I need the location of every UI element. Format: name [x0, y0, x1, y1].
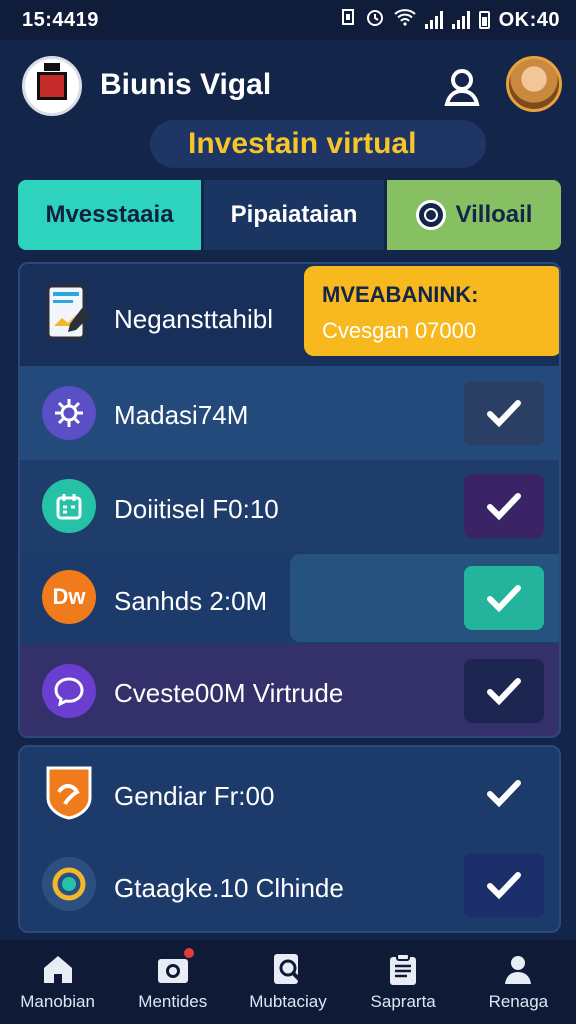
tab-villoail[interactable]: Villoail	[387, 180, 561, 250]
tab-mvesstaaia[interactable]: Mvesstaaia	[18, 180, 201, 250]
status-icons: OK:40	[340, 7, 560, 33]
notification-dot	[183, 948, 194, 958]
wifi-icon	[393, 8, 416, 32]
nav-label: Renaga	[488, 992, 549, 1011]
tab-bar: Mvesstaaia Pipaiataian Villoail	[18, 180, 561, 250]
row-label: Gtaagke.10 Clhinde	[114, 873, 344, 903]
tab-pipaiataian[interactable]: Pipaiataian	[201, 180, 387, 250]
check-icon	[487, 493, 521, 521]
nav-label: Saprarta	[370, 992, 436, 1011]
list-item[interactable]: Dw Sanhds 2:0M	[20, 552, 559, 644]
nav-item-manobian[interactable]: Manobian	[3, 952, 113, 1012]
target-icon	[415, 200, 446, 230]
gear-icon	[42, 386, 96, 440]
search-doc-icon	[271, 952, 305, 986]
row-label: Sanhds 2:0M	[114, 586, 268, 616]
profile-icon	[501, 952, 535, 986]
row-label: Madasi74M	[114, 400, 249, 430]
signal-icon	[424, 11, 443, 29]
summary-card[interactable]: MVEABANINK: Cvesgan 07000	[304, 266, 559, 356]
nav-label: Mentides	[138, 992, 208, 1011]
checkbox[interactable]	[464, 853, 544, 917]
app-header: Biunis Vigal	[0, 48, 576, 120]
checkbox[interactable]	[464, 474, 544, 538]
status-time-right: OK:40	[498, 8, 560, 31]
list-item[interactable]: Gendiar Fr:00	[20, 747, 559, 841]
nav-item-mubtaciay[interactable]: Mubtaciay	[233, 952, 343, 1012]
home-icon	[41, 952, 75, 986]
app-title: Biunis Vigal	[100, 68, 272, 101]
investment-list-card: Negansttahibl MVEABANINK: Cvesgan 07000 …	[18, 262, 561, 738]
tab-label: Villoail	[455, 201, 533, 228]
battery-icon	[478, 11, 490, 29]
summary-value: Cvesgan 07000	[322, 318, 477, 343]
checkbox[interactable]	[464, 659, 544, 723]
document-icon	[42, 284, 96, 340]
checkbox[interactable]	[464, 761, 544, 825]
notification-icon	[340, 8, 356, 32]
page-subtitle: Investain virtual	[188, 127, 417, 160]
row-label: Doiitisel F0:10	[114, 494, 279, 524]
subtitle-pill: Investain virtual	[150, 120, 486, 168]
tab-label: Mvesstaaia	[45, 201, 174, 228]
secondary-list-card: Gendiar Fr:00 Gtaagke.10 Clhinde	[18, 745, 561, 933]
check-icon	[487, 678, 521, 706]
status-bar: 15:4419 OK:40	[0, 0, 576, 40]
summary-title: MVEABANINK:	[322, 282, 479, 307]
checkbox[interactable]	[464, 381, 544, 445]
signal-icon-2	[451, 11, 470, 29]
avatar[interactable]	[506, 56, 562, 112]
user-button[interactable]	[440, 66, 484, 110]
list-item[interactable]: Madasi74M	[20, 366, 559, 460]
check-icon	[487, 872, 521, 900]
bottom-nav: Manobian Mentides Mubtaciay Saprarta Ren…	[0, 940, 576, 1024]
list-item[interactable]: Cveste00M Virtrude	[20, 644, 559, 736]
tab-label: Pipaiataian	[230, 201, 358, 228]
app-logo[interactable]	[22, 56, 82, 116]
nav-label: Manobian	[20, 992, 95, 1011]
list-item[interactable]: Doiitisel F0:10	[20, 460, 559, 552]
nav-item-renaga[interactable]: Renaga	[463, 952, 573, 1012]
clipboard-icon	[386, 952, 420, 986]
row-label: Negansttahibl	[114, 304, 273, 334]
list-item[interactable]: Gtaagke.10 Clhinde	[20, 841, 559, 933]
calendar-icon	[42, 479, 96, 533]
chat-icon	[42, 664, 96, 718]
nav-item-mentides[interactable]: Mentides	[118, 948, 228, 1012]
camera-icon	[156, 948, 194, 986]
circle-icon	[42, 857, 96, 911]
check-icon	[487, 780, 521, 808]
nav-item-saprarta[interactable]: Saprarta	[348, 952, 458, 1012]
row-label: Cveste00M Virtrude	[114, 678, 344, 708]
alarm-icon	[365, 7, 385, 33]
shield-icon	[42, 765, 96, 820]
check-icon	[487, 400, 521, 428]
checkbox[interactable]	[464, 566, 544, 630]
nav-label: Mubtaciay	[249, 992, 327, 1011]
status-time-left: 15:4419	[22, 8, 99, 31]
check-icon	[487, 585, 521, 613]
user-icon	[444, 69, 480, 106]
row-label: Gendiar Fr:00	[114, 781, 275, 811]
dw-icon: Dw	[42, 570, 96, 624]
